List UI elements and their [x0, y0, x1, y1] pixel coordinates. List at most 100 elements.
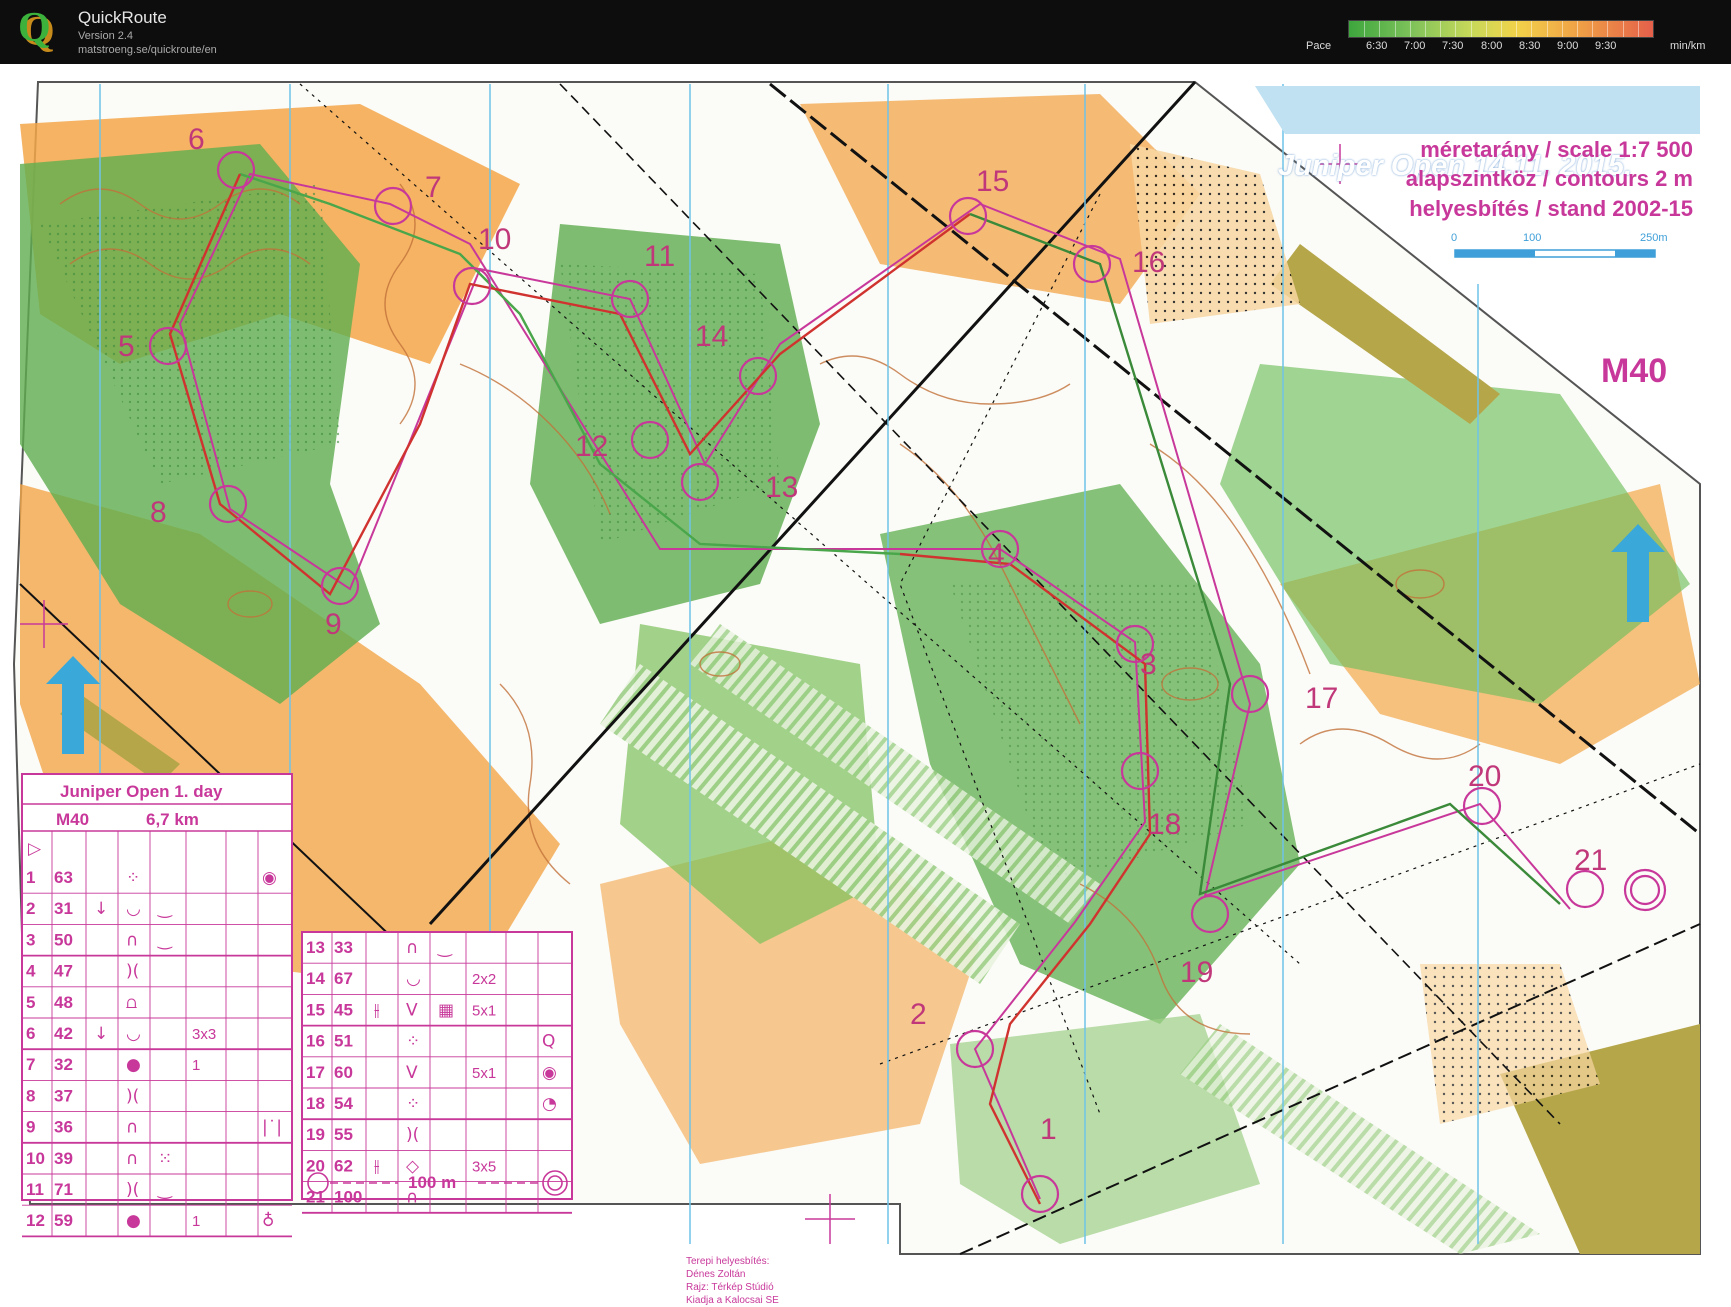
pace-scale-divider [1546, 21, 1548, 37]
map-stand-text: helyesbítés / stand 2002-15 [1409, 196, 1693, 221]
control-number: 16 [1132, 246, 1165, 279]
control-number: 20 [1468, 760, 1501, 793]
control-feature: ∩ [406, 938, 418, 958]
control-feature: V [406, 1063, 418, 1083]
map-scale-text: méretarány / scale 1:7 500 [1420, 137, 1693, 162]
control-number: 8 [150, 496, 167, 529]
control-code: 54 [334, 1094, 353, 1113]
pace-scale-divider [1455, 21, 1457, 37]
control-detail: ‿ [437, 938, 453, 958]
control-no: 15 [306, 1000, 325, 1019]
control-dir: ⫲ [374, 1156, 380, 1176]
pace-tick: 6:30 [1366, 40, 1388, 52]
control-dim: 3x3 [192, 1026, 216, 1043]
control-feature: ∩ [126, 1118, 138, 1138]
control-number: 7 [425, 171, 442, 204]
control-number: 21 [1574, 844, 1607, 877]
app-title: QuickRoute [78, 8, 167, 27]
control-no: 11 [26, 1180, 44, 1199]
control-feature: ∩ [126, 930, 138, 950]
control-code: 48 [54, 993, 73, 1012]
control-feature: V [406, 1000, 418, 1020]
control-extra: ♁ [262, 1211, 274, 1231]
credits-line: Terepi helyesbítés: [686, 1256, 770, 1267]
control-feature: ⩍ [126, 993, 137, 1013]
credits-line: Rajz: Térkép Stúdió [686, 1282, 774, 1293]
control-dim: 1 [192, 1213, 200, 1230]
finish-distance: 100 m [408, 1173, 456, 1192]
pace-ticks: 6:30 7:00 7:30 8:00 8:30 9:00 9:30 [1366, 40, 1666, 54]
control-feature: )( [126, 1086, 139, 1106]
control-code: 60 [334, 1063, 353, 1082]
control-number: 12 [575, 430, 608, 463]
control-code: 59 [54, 1211, 73, 1230]
map-contours-text: alapszintköz / contours 2 m [1405, 166, 1693, 191]
scalebar-tick-label: 0 [1451, 232, 1458, 244]
control-feature: )( [406, 1125, 419, 1145]
control-feature: ⁘ [406, 1032, 420, 1052]
control-number: 1 [1040, 1113, 1057, 1146]
app-version: Version 2.4 [78, 30, 134, 42]
pace-tick: 9:30 [1595, 40, 1617, 52]
control-code: 51 [334, 1032, 353, 1051]
control-number: 3 [1140, 648, 1157, 681]
pace-tick: 9:00 [1557, 40, 1579, 52]
pace-scale-divider [1516, 21, 1518, 37]
control-feature: ⁘ [406, 1094, 420, 1114]
control-no: 6 [26, 1024, 35, 1043]
control-dim: 5x1 [472, 1002, 496, 1019]
control-number: 15 [976, 165, 1009, 198]
control-no: 13 [306, 938, 325, 957]
control-no: 10 [26, 1149, 45, 1168]
control-feature: ◡ [126, 1024, 141, 1044]
control-detail: ⁙ [158, 1149, 172, 1169]
control-no: 16 [306, 1032, 325, 1051]
control-feature: ● [126, 1211, 141, 1231]
control-number: 6 [188, 123, 205, 156]
control-no: 14 [306, 969, 325, 988]
pace-tick: 8:30 [1519, 40, 1541, 52]
control-extra: Q [542, 1032, 555, 1052]
control-code: 63 [54, 868, 73, 887]
credits-line: Dénes Zoltán [686, 1269, 746, 1280]
control-code: 32 [54, 1055, 73, 1074]
control-number: 18 [1148, 808, 1181, 841]
pace-scale-divider [1470, 21, 1472, 37]
control-code: 50 [54, 930, 73, 949]
pace-tick: 7:00 [1404, 40, 1426, 52]
control-feature: ◡ [406, 969, 421, 989]
pace-scale-divider [1531, 21, 1533, 37]
control-detail: ‿ [157, 899, 173, 919]
app-header-bar: QQ QuickRoute Version 2.4 matstroeng.se/… [0, 0, 1731, 64]
control-detail: ‿ [157, 930, 173, 950]
control-feature: )( [126, 962, 139, 982]
control-dir: ⫲ [374, 1000, 380, 1020]
pace-scale-divider [1364, 21, 1366, 37]
control-number: 2 [910, 998, 927, 1031]
control-number: 5 [118, 330, 135, 363]
control-no: 1 [26, 868, 35, 887]
pace-legend-unit: min/km [1670, 40, 1706, 52]
map-header-band [1255, 86, 1700, 134]
control-feature: ∩ [126, 1149, 138, 1169]
control-code: 42 [54, 1024, 73, 1043]
control-dim: 2x2 [472, 971, 496, 988]
pace-scale-divider [1394, 21, 1396, 37]
pace-scale-divider [1592, 21, 1594, 37]
control-code: 55 [334, 1125, 353, 1144]
control-code: 100 [334, 1188, 362, 1207]
control-no: 5 [26, 993, 35, 1012]
control-extra: ◉ [542, 1063, 557, 1083]
pace-scale-divider [1379, 21, 1381, 37]
card-length: 6,7 km [146, 810, 199, 829]
card-class: M40 [56, 810, 89, 829]
control-code: 31 [54, 899, 73, 918]
map-canvas[interactable]: 1 2 3 4 5 6 7 8 9 10 11 12 13 14 15 16 1… [0, 64, 1731, 1271]
course-class-label: M40 [1601, 352, 1668, 390]
orienteering-map[interactable]: 1 2 3 4 5 6 7 8 9 10 11 12 13 14 15 16 1… [0, 64, 1731, 1306]
control-code: 71 [54, 1180, 73, 1199]
pace-scale-divider [1607, 21, 1609, 37]
map-scale-bar [1454, 249, 1656, 258]
control-number: 10 [478, 223, 511, 256]
pace-scale-divider [1485, 21, 1487, 37]
